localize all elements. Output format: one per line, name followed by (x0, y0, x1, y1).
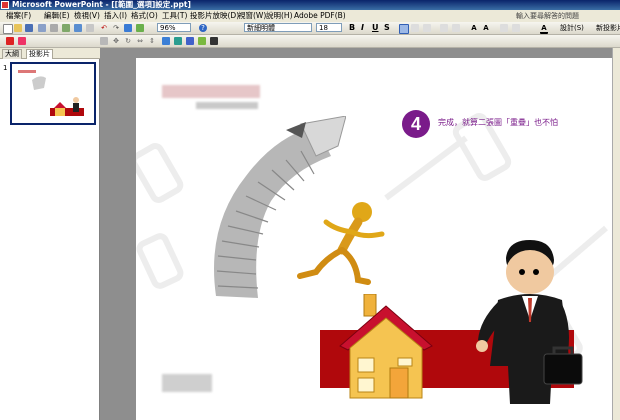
insert-table-icon[interactable] (136, 24, 144, 32)
zoom-select[interactable]: 96% (157, 23, 191, 32)
menu-file[interactable]: 檔案(F) (6, 10, 31, 22)
shadow-button[interactable]: S (384, 23, 390, 33)
blurred-subtitle-text (196, 102, 258, 109)
tab-outline[interactable]: 大綱 (2, 49, 22, 59)
font-color-icon[interactable]: A (540, 24, 548, 34)
powerpoint-app-icon (1, 1, 9, 9)
underline-button[interactable]: U (372, 23, 379, 33)
tab-slides[interactable]: 投影片 (26, 49, 53, 59)
research-icon[interactable] (86, 24, 94, 32)
delete-icon[interactable] (6, 37, 14, 45)
decrease-indent-icon[interactable] (500, 24, 508, 32)
slide-number: 1 (3, 64, 8, 72)
blurred-title-text (162, 85, 260, 98)
design-button[interactable]: 設計(S) (560, 23, 584, 33)
menu-bar: 檔案(F) 編輯(E) 檢視(V) 插入(I) 格式(O) 工具(T) 投影片放… (0, 10, 620, 22)
menu-insert[interactable]: 插入(I) (104, 10, 127, 22)
print-icon[interactable] (50, 24, 58, 32)
insert-chart-icon[interactable] (124, 24, 132, 32)
slide-thumbnail[interactable] (10, 62, 96, 125)
grid-icon[interactable] (100, 37, 108, 45)
menu-help[interactable]: 說明(H) (266, 10, 293, 22)
new-document-icon[interactable] (3, 24, 13, 34)
numbering-icon[interactable] (440, 24, 448, 32)
open-folder-icon[interactable] (14, 24, 22, 32)
slides-pane: 大綱 投影片 1 (0, 48, 100, 420)
increase-font-icon[interactable]: A (470, 24, 478, 32)
new-slide-button[interactable]: 新投影片(N) (596, 23, 620, 33)
window-title: Microsoft PowerPoint - [[範圍_選項]設定.ppt] (12, 0, 191, 9)
menu-window[interactable]: 視窗(W) (238, 10, 266, 22)
flip-icon[interactable]: ⇔ (136, 37, 144, 45)
thumbnail-preview-icon (12, 64, 94, 123)
fill-color-icon[interactable] (162, 37, 170, 45)
businessman-figure (476, 240, 583, 404)
shape-style-icon[interactable] (186, 37, 194, 45)
house-illustration (339, 294, 433, 399)
redo-icon[interactable]: ↷ (112, 24, 120, 32)
align-center-icon[interactable] (411, 24, 419, 32)
align-objects-icon[interactable]: ⇕ (148, 37, 156, 45)
menu-adobe-pdf[interactable]: Adobe PDF(B) (294, 10, 346, 22)
move-icon[interactable]: ✥ (112, 37, 120, 45)
title-bar: Microsoft PowerPoint - [[範圍_選項]設定.ppt] (0, 0, 620, 10)
italic-button[interactable]: I (361, 23, 364, 33)
slide-caption: 完成，就算二張圖「重疊」也不怕 (438, 118, 558, 127)
font-size-select[interactable]: 18 (316, 23, 342, 32)
menu-slideshow[interactable]: 投影片放映(D) (190, 10, 239, 22)
help-search-input[interactable]: 輸入要尋解答的問題 (516, 11, 612, 21)
bullets-icon[interactable] (452, 24, 460, 32)
step-number-badge: 4 (402, 110, 430, 138)
pane-tabs: 大綱 投影片 (0, 48, 100, 59)
menu-view[interactable]: 檢視(V) (74, 10, 100, 22)
decrease-font-icon[interactable]: A (482, 24, 490, 32)
spelling-icon[interactable] (74, 24, 82, 32)
slide-canvas[interactable]: 4 完成，就算二張圖「重疊」也不怕 (136, 58, 618, 420)
line-color-icon[interactable] (174, 37, 182, 45)
slide-editing-area: 4 完成，就算二張圖「重疊」也不怕 (100, 48, 620, 420)
blurred-footer-logo (162, 374, 212, 392)
print-preview-icon[interactable] (62, 24, 70, 32)
vertical-scrollbar[interactable] (612, 48, 620, 420)
standard-toolbar: ↶ ↷ 96% ? 新細明體 18 B I U S A A A 設計(S) 新投… (0, 22, 620, 35)
undo-icon[interactable]: ↶ (100, 24, 108, 32)
align-left-icon[interactable] (399, 24, 409, 34)
menu-tools[interactable]: 工具(T) (162, 10, 187, 22)
line-style-icon[interactable] (210, 37, 218, 45)
increase-indent-icon[interactable] (512, 24, 520, 32)
rotate-icon[interactable]: ↻ (124, 37, 132, 45)
menu-format[interactable]: 格式(O) (131, 10, 158, 22)
gold-runner-figure (297, 202, 385, 285)
font-name-select[interactable]: 新細明體 (244, 23, 312, 32)
picture-icon[interactable] (198, 37, 206, 45)
save-icon[interactable] (25, 24, 33, 32)
align-right-icon[interactable] (423, 24, 431, 32)
help-icon[interactable]: ? (199, 24, 207, 32)
cancel-icon[interactable] (18, 37, 26, 45)
bold-button[interactable]: B (349, 23, 355, 33)
menu-edit[interactable]: 編輯(E) (44, 10, 70, 22)
drawing-toolbar: ✥ ↻ ⇔ ⇕ (0, 35, 620, 48)
permission-icon[interactable] (38, 24, 46, 32)
